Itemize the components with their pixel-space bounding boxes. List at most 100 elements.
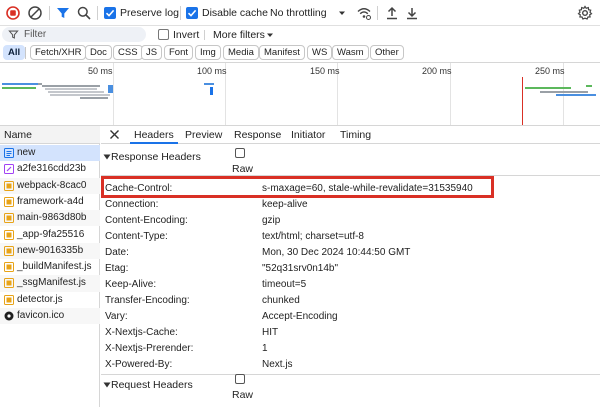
header-name: Transfer-Encoding: bbox=[105, 295, 190, 306]
invert-checkbox[interactable] bbox=[158, 29, 169, 40]
request-name: a2fe316cdd23b bbox=[17, 163, 86, 175]
collapse-triangle-icon[interactable] bbox=[103, 381, 111, 389]
chip-img[interactable]: Img bbox=[195, 45, 221, 60]
chip-css[interactable]: CSS bbox=[113, 45, 143, 60]
request-bar bbox=[2, 87, 36, 89]
request-bar bbox=[556, 94, 596, 96]
header-value: chunked bbox=[262, 295, 300, 306]
response-headers-title[interactable]: Response Headers bbox=[111, 151, 201, 163]
chip-js[interactable]: JS bbox=[141, 45, 163, 60]
request-bar bbox=[108, 85, 113, 93]
request-name: framework-a4d bbox=[17, 195, 84, 207]
request-name: main-9863d80b bbox=[17, 212, 87, 224]
filter-funnel-icon[interactable] bbox=[55, 5, 71, 21]
record-stop-icon[interactable] bbox=[5, 5, 21, 21]
tick-label: 150 ms bbox=[310, 66, 340, 76]
detail-tabs: Headers Preview Response Initiator Timin… bbox=[101, 126, 600, 144]
name-column-header[interactable]: Name bbox=[0, 126, 100, 144]
network-conditions-icon[interactable] bbox=[356, 5, 372, 21]
network-toolbar: Preserve log Disable cache No throttling bbox=[0, 0, 600, 26]
chip-fetch-xhr[interactable]: Fetch/XHR bbox=[30, 45, 87, 60]
request-row[interactable]: detector.js bbox=[0, 292, 100, 308]
raw-checkbox[interactable] bbox=[235, 374, 245, 384]
header-value: timeout=5 bbox=[262, 279, 307, 290]
request-name: _app-9fa25516 bbox=[17, 228, 85, 240]
header-name: Etag: bbox=[105, 263, 129, 274]
request-row[interactable]: webpack-8cac0 bbox=[0, 177, 100, 194]
header-value: "52q31srv0n14b" bbox=[262, 263, 339, 274]
request-bar bbox=[525, 87, 571, 89]
request-row[interactable]: _ssgManifest.js bbox=[0, 275, 100, 292]
request-bar bbox=[204, 83, 214, 85]
load-event-marker bbox=[522, 77, 523, 125]
tab-response[interactable]: Response bbox=[230, 126, 285, 144]
dom-loaded-marker bbox=[210, 87, 213, 95]
dropdown-arrow-icon[interactable] bbox=[265, 30, 275, 40]
search-icon[interactable] bbox=[76, 5, 92, 21]
raw-checkbox[interactable] bbox=[235, 148, 245, 158]
request-row-new[interactable]: new bbox=[0, 145, 100, 162]
header-value: text/html; charset=utf-8 bbox=[262, 231, 364, 242]
header-name: Vary: bbox=[105, 311, 128, 322]
settings-gear-icon[interactable] bbox=[577, 5, 593, 21]
tab-headers[interactable]: Headers bbox=[130, 126, 178, 144]
tab-preview[interactable]: Preview bbox=[181, 126, 226, 144]
tab-initiator[interactable]: Initiator bbox=[287, 126, 329, 144]
chip-wasm[interactable]: Wasm bbox=[332, 45, 369, 60]
chip-other[interactable]: Other bbox=[370, 45, 404, 60]
chip-all[interactable]: All bbox=[3, 45, 26, 60]
header-name: Content-Encoding: bbox=[105, 215, 188, 226]
resource-type-filters: All Fetch/XHR Doc CSS JS Font Img Media … bbox=[0, 44, 600, 62]
request-headers-title[interactable]: Request Headers bbox=[111, 379, 193, 391]
request-row[interactable]: a2fe316cdd23b bbox=[0, 161, 100, 177]
chip-font[interactable]: Font bbox=[164, 45, 194, 60]
filter-divider bbox=[204, 30, 205, 40]
headers-panel: Response Headers Raw Cache-Control: s-ma… bbox=[101, 145, 600, 407]
request-row[interactable]: framework-a4d bbox=[0, 194, 100, 210]
header-value: Accept-Encoding bbox=[262, 311, 338, 322]
filter-row: Filter bbox=[0, 26, 600, 44]
header-name: Connection: bbox=[105, 199, 159, 210]
throttling-select[interactable]: No throttling bbox=[270, 7, 327, 19]
tick-label: 200 ms bbox=[422, 66, 452, 76]
collapse-triangle-icon[interactable] bbox=[103, 153, 111, 161]
request-row[interactable]: _app-9fa25516 bbox=[0, 227, 100, 243]
header-value: HIT bbox=[262, 327, 279, 338]
request-name: _ssgManifest.js bbox=[17, 277, 86, 289]
export-har-icon[interactable] bbox=[404, 5, 420, 21]
chip-divider bbox=[25, 47, 26, 59]
script-icon bbox=[4, 262, 14, 273]
more-filters-dropdown[interactable]: More filters bbox=[213, 29, 265, 41]
tab-timing[interactable]: Timing bbox=[336, 126, 375, 144]
header-value: 1 bbox=[262, 343, 268, 354]
raw-label: Raw bbox=[232, 163, 254, 175]
request-row[interactable]: main-9863d80b bbox=[0, 210, 100, 227]
request-list: Name new a2fe316cdd23b webpack-8cac0 fra… bbox=[0, 126, 100, 407]
request-bar bbox=[80, 97, 108, 99]
request-row[interactable]: _buildManifest.js bbox=[0, 259, 100, 275]
header-name: X-Nextjs-Cache: bbox=[105, 327, 178, 338]
request-row[interactable]: new-9016335b bbox=[0, 242, 100, 260]
request-bar bbox=[50, 94, 110, 96]
tick-label: 100 ms bbox=[197, 66, 227, 76]
clear-icon[interactable] bbox=[27, 5, 43, 21]
import-har-icon[interactable] bbox=[384, 5, 400, 21]
request-bar bbox=[2, 83, 38, 85]
filter-input[interactable]: Filter bbox=[2, 27, 146, 42]
chip-media[interactable]: Media bbox=[223, 45, 259, 60]
dropdown-arrow-icon[interactable] bbox=[334, 5, 350, 21]
timeline-overview[interactable]: 50 ms 100 ms 150 ms 200 ms 250 ms bbox=[0, 62, 600, 126]
chip-ws[interactable]: WS bbox=[307, 45, 333, 60]
preserve-log-label: Preserve log bbox=[120, 7, 179, 19]
tick-label: 250 ms bbox=[535, 66, 565, 76]
chip-doc[interactable]: Doc bbox=[85, 45, 112, 60]
script-icon bbox=[4, 245, 14, 256]
header-value: s-maxage=60, stale-while-revalidate=3153… bbox=[262, 183, 473, 194]
chip-manifest[interactable]: Manifest bbox=[259, 45, 305, 60]
disable-cache-checkbox[interactable] bbox=[186, 7, 198, 19]
request-row[interactable]: favicon.ico bbox=[0, 308, 100, 325]
request-name: _buildManifest.js bbox=[17, 261, 92, 273]
close-icon[interactable] bbox=[109, 129, 120, 140]
request-bar bbox=[42, 85, 100, 87]
preserve-log-checkbox[interactable] bbox=[104, 7, 116, 19]
